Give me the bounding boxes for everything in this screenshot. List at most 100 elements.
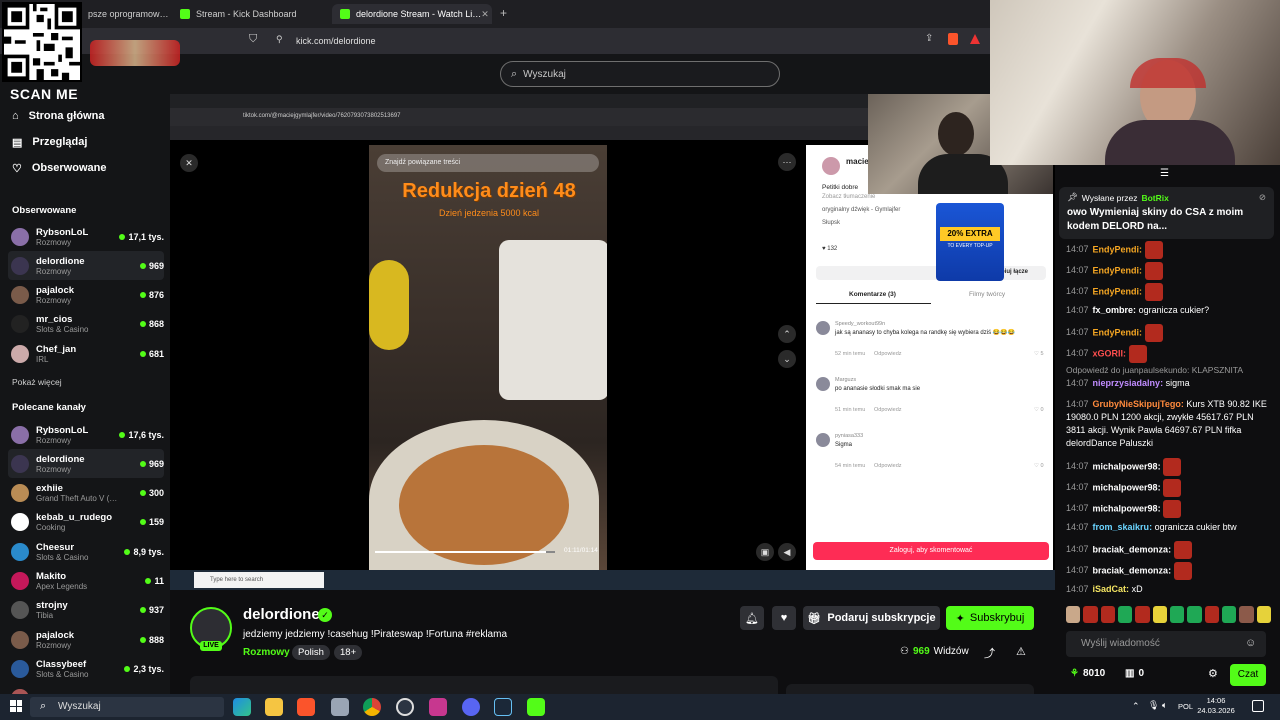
sidebar-channel[interactable]: exhiie Grand Theft Auto V (… 300 (8, 479, 164, 508)
chat-username[interactable]: michalpower98 (1093, 503, 1158, 513)
sidebar-channel[interactable]: pajalock Rozmowy 876 (8, 281, 164, 310)
tt-creator-tab[interactable]: Filmy twórcy (969, 291, 1005, 298)
close-overlay-icon[interactable]: ✕ (180, 154, 198, 172)
chat-message[interactable]: 14:07 EndyPendi: (1066, 262, 1271, 280)
chat-username[interactable]: nieprzysiadalny (1093, 378, 1161, 388)
keyboard-language[interactable]: POL (1178, 702, 1193, 711)
tray-chevron-icon[interactable]: ⌃ (1132, 701, 1140, 712)
os-search-input[interactable]: Wyszukaj (30, 697, 224, 717)
app-icon[interactable] (331, 698, 349, 716)
sidebar-channel[interactable]: RybsonLoL Rozmowy 17,1 tys. (8, 222, 164, 251)
emote-icon[interactable] (1117, 606, 1133, 623)
chat-message[interactable]: 14:07 michalpower98: (1066, 479, 1271, 497)
rewards-icon[interactable] (970, 34, 980, 44)
obs-icon[interactable] (396, 698, 414, 716)
chevron-down-icon[interactable]: ⌄ (778, 350, 796, 368)
brave-shield-icon[interactable] (948, 33, 958, 45)
notifications-icon[interactable] (1252, 700, 1264, 712)
unpin-icon[interactable]: ⊘ (1259, 192, 1266, 203)
sidebar-channel[interactable]: pajalock Rozmowy 888 (8, 625, 164, 654)
chat-message[interactable]: 14:07 from_skaikru: ogranicza cukier btw (1066, 521, 1271, 534)
chat-message[interactable]: 14:07 EndyPendi: (1066, 241, 1271, 259)
site-info-icon[interactable]: ⚲ (276, 34, 283, 45)
chat-username[interactable]: fx_ombre (1093, 305, 1134, 315)
edge-icon[interactable] (233, 698, 251, 716)
subscribe-button[interactable]: ✦ Subskrybuj (946, 606, 1034, 630)
emote-icon[interactable] (1204, 606, 1219, 623)
chat-username[interactable]: braciak_demonza (1093, 544, 1169, 554)
windows-start-icon[interactable] (10, 700, 22, 712)
tt-reply-link[interactable]: Odpowiedz (874, 407, 902, 413)
channel-points[interactable]: ⚘ 8010 (1070, 668, 1105, 679)
chat-input[interactable]: Wyślij wiadomość (1066, 631, 1266, 657)
close-tab-icon[interactable]: ✕ (481, 9, 489, 20)
browser-tab[interactable]: Stream - Kick Dashboard (172, 4, 328, 24)
emote-icon[interactable] (1221, 606, 1237, 623)
nav-following[interactable]: ♡ Obserwowane (12, 158, 106, 178)
chat-username[interactable]: michalpower98 (1093, 461, 1158, 471)
browser-tab-active[interactable]: delordione Stream - Watch Li… ✕ (332, 4, 492, 24)
show-more-link[interactable]: Pokaż więcej (12, 377, 62, 387)
sidebar-channel[interactable]: strojny Tibia 937 (8, 596, 164, 625)
chat-message[interactable]: 14:07 michalpower98: (1066, 458, 1271, 476)
more-options-icon[interactable]: ⋯ (778, 153, 796, 171)
bookmark-icon[interactable]: ⛉ (249, 33, 257, 46)
chat-username[interactable]: from_skaikru (1093, 522, 1150, 532)
chat-username[interactable]: iSadCat (1093, 584, 1127, 594)
tt-like-count[interactable]: ♥ 132 (822, 246, 837, 252)
chat-username[interactable]: xGORII (1093, 348, 1124, 358)
chat-message[interactable]: 14:07 GrubyNieSkipujTego: Kurs XTB 90.82 … (1066, 398, 1271, 450)
sidebar-channel[interactable]: Makito Apex Legends 11 (8, 567, 164, 596)
emote-icon[interactable] (1066, 606, 1081, 623)
nav-home[interactable]: ⌂ Strona główna (12, 106, 104, 126)
chat-username[interactable]: GrubyNieSkipujTego (1093, 399, 1181, 409)
share-icon[interactable]: ⤴ (984, 645, 995, 661)
tt-comments-tab[interactable]: Komentarze (3) (849, 291, 896, 298)
chat-username[interactable]: braciak_demonza (1093, 565, 1169, 575)
discord-icon[interactable] (462, 698, 480, 716)
sidebar-channel[interactable]: RybsonLoL Rozmowy 17,6 tys. (8, 420, 164, 449)
brave-icon[interactable] (297, 698, 315, 716)
sidebar-channel[interactable]: mr_cios Slots & Casino 868 (8, 310, 164, 339)
chat-menu-icon[interactable]: ☰ (1160, 168, 1169, 179)
chat-message[interactable]: 14:07 EndyPendi: (1066, 283, 1271, 301)
sidebar-channel[interactable]: kebab_u_rudego Cooking 159 (8, 508, 164, 537)
chat-message[interactable]: 14:07 nieprzysiadalny: sigma (1066, 377, 1271, 390)
nav-browse[interactable]: ▤ Przeglądaj (12, 132, 87, 152)
emote-icon[interactable] (1256, 606, 1271, 623)
tt-comment-likes[interactable]: ♡ 0 (1034, 463, 1044, 469)
chat-message[interactable]: 14:07 braciak_demonza: (1066, 562, 1271, 580)
browser-tab[interactable]: psze oprogramow… (80, 4, 172, 24)
chat-username[interactable]: michalpower98 (1093, 482, 1158, 492)
chat-send-button[interactable]: Czat (1230, 664, 1266, 686)
chat-message[interactable]: 14:07 braciak_demonza: (1066, 541, 1271, 559)
chrome-icon[interactable] (363, 698, 381, 716)
sidebar-channel[interactable]: Classybeef Slots & Casino 2,3 tys. (8, 654, 164, 683)
app-icon[interactable] (429, 698, 447, 716)
search-input[interactable]: ⌕ Wyszukaj (500, 61, 780, 87)
chat-username[interactable]: EndyPendi (1093, 286, 1140, 296)
kick-app-icon[interactable] (527, 698, 545, 716)
speaker-icon[interactable]: 🔈︎ (1162, 700, 1167, 711)
emoji-icon[interactable]: ☺ (1245, 637, 1256, 649)
os-clock[interactable]: 14:06 24.03.2026 (1196, 696, 1236, 716)
tag-age[interactable]: 18+ (334, 645, 363, 660)
sidebar-channel[interactable]: delordione Rozmowy 969 (8, 449, 164, 479)
tt-reply-link[interactable]: Odpowiedz (874, 463, 902, 469)
tt-sound[interactable]: oryginalny dźwięk - Gymlajfer (822, 207, 900, 213)
emote-icon[interactable] (1100, 606, 1115, 623)
chat-username[interactable]: EndyPendi (1093, 265, 1140, 275)
streamer-name[interactable]: delordione (243, 606, 320, 623)
ad-banner[interactable]: 20% EXTRA TO EVERY TOP-UP (936, 203, 1004, 281)
chat-message[interactable]: 14:07 fx_ombre: ogranicza cukier? (1066, 304, 1271, 317)
url-field[interactable]: kick.com/delordione (296, 33, 986, 49)
emote-icon[interactable] (1169, 606, 1185, 623)
steam-icon[interactable] (494, 698, 512, 716)
emote-icon[interactable] (1187, 606, 1202, 623)
sidebar-channel[interactable]: Chef_jan IRL 681 (8, 339, 164, 368)
tt-comment-likes[interactable]: ♡ 5 (1034, 351, 1044, 357)
emote-icon[interactable] (1135, 606, 1150, 623)
folder-icon[interactable] (265, 698, 283, 716)
pip-icon[interactable]: ▣ (756, 543, 774, 561)
notification-bell-icon[interactable]: 🔔︎ (740, 606, 764, 630)
